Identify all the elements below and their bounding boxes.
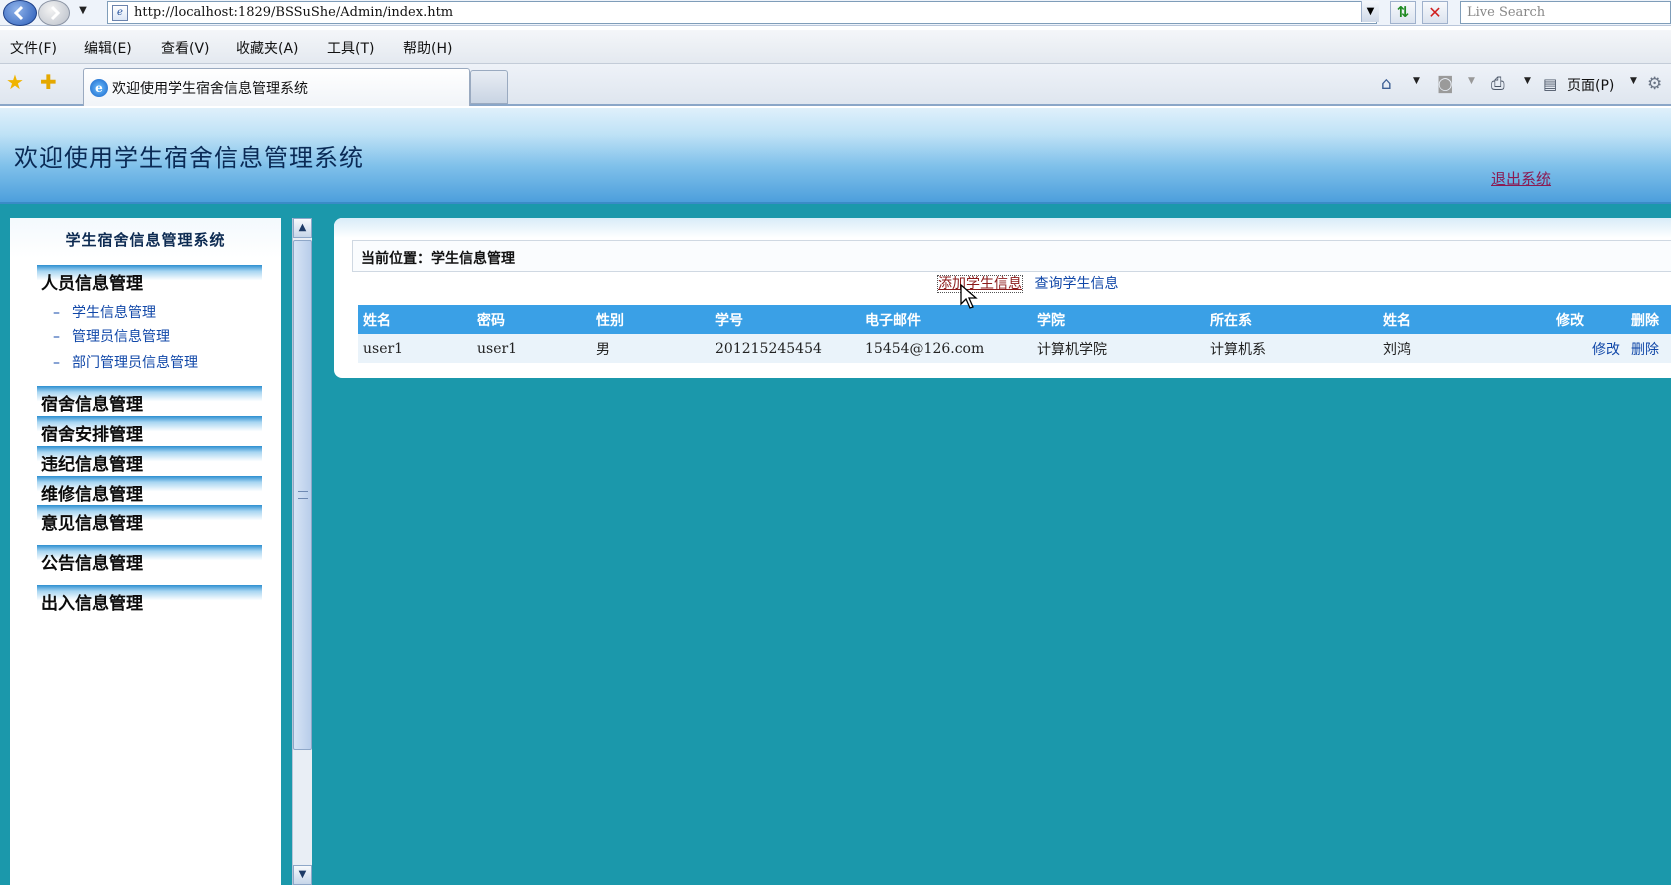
scroll-down-icon[interactable]: ▼ — [293, 865, 312, 885]
dash-marker: – — [53, 305, 60, 321]
feeds-icon[interactable]: ◙ — [1437, 74, 1454, 94]
column-header-name: 姓名 — [358, 305, 472, 334]
nav-discipline-info[interactable]: 违纪信息管理 — [37, 446, 262, 475]
add-favorite-icon[interactable]: ✚ — [40, 72, 57, 92]
scroll-grip-icon — [298, 491, 308, 499]
nav-feedback-info[interactable]: 意见信息管理 — [37, 505, 262, 534]
cell-real-name: 刘鸿 — [1378, 334, 1551, 363]
column-header-delete: 删除 — [1626, 305, 1671, 334]
scroll-up-icon[interactable]: ▲ — [293, 218, 312, 238]
print-dropdown-icon[interactable]: ▼ — [1524, 76, 1531, 86]
new-tab-button[interactable] — [470, 70, 508, 104]
menu-edit[interactable]: 编辑(E) — [84, 38, 132, 58]
live-search-input[interactable]: Live Search — [1460, 1, 1671, 24]
nav-student-info-label: 学生信息管理 — [72, 305, 156, 321]
menu-view[interactable]: 查看(V) — [161, 38, 210, 58]
browser-tab-bar: ★ ✚ e 欢迎使用学生宿舍信息管理系统 ⌂ ▼ ◙ ▼ ⎙ ▼ ▤ 页面(P)… — [0, 64, 1671, 106]
address-bar[interactable]: e http://localhost:1829/BSSuShe/Admin/in… — [107, 1, 1377, 24]
back-arrow-icon — [13, 5, 24, 21]
cell-student-id: 201215245454 — [710, 334, 860, 363]
favorites-star-icon[interactable]: ★ — [6, 72, 24, 92]
menu-tools[interactable]: 工具(T) — [327, 38, 374, 58]
nav-personnel-management[interactable]: 人员信息管理 — [37, 265, 262, 294]
nav-admin-info[interactable]: – 管理员信息管理 — [53, 326, 170, 346]
menu-favorites[interactable]: 收藏夹(A) — [236, 38, 299, 58]
column-header-student-id: 学号 — [710, 305, 860, 334]
nav-admin-info-label: 管理员信息管理 — [72, 329, 170, 345]
sidebar-title: 学生宿舍信息管理系统 — [65, 231, 226, 249]
breadcrumb: 当前位置：学生信息管理 — [352, 240, 1671, 272]
column-header-gender: 性别 — [591, 305, 710, 334]
nav-access-info[interactable]: 出入信息管理 — [37, 585, 262, 614]
active-tab[interactable]: e 欢迎使用学生宿舍信息管理系统 — [83, 68, 470, 106]
column-header-college: 学院 — [1032, 305, 1205, 334]
logout-link[interactable]: 退出系统 — [1491, 168, 1551, 189]
nav-dorm-arrangement[interactable]: 宿舍安排管理 — [37, 416, 262, 445]
cell-name: user1 — [358, 334, 472, 363]
site-header: 欢迎使用学生宿舍信息管理系统 退出系统 — [0, 108, 1671, 204]
column-header-email: 电子邮件 — [860, 305, 1032, 334]
dash-marker: – — [53, 329, 60, 345]
column-header-edit: 修改 — [1551, 305, 1626, 334]
breadcrumb-text: 当前位置：学生信息管理 — [361, 251, 515, 267]
cell-gender: 男 — [591, 334, 710, 363]
table-row: user1 user1 男 201215245454 15454@126.com… — [358, 334, 1671, 363]
column-header-department: 所在系 — [1205, 305, 1378, 334]
delete-link[interactable]: 删除 — [1626, 334, 1671, 363]
main-panel: 当前位置：学生信息管理 添加学生信息 查询学生信息 姓名 密码 性别 学号 电子… — [334, 218, 1671, 378]
nav-notice-info[interactable]: 公告信息管理 — [37, 545, 262, 574]
edit-link[interactable]: 修改 — [1551, 334, 1626, 363]
cell-department: 计算机系 — [1205, 334, 1378, 363]
menu-help[interactable]: 帮助(H) — [403, 38, 452, 58]
nav-dept-admin-info[interactable]: – 部门管理员信息管理 — [53, 352, 198, 372]
page-menu-dropdown-icon[interactable]: ▼ — [1630, 76, 1637, 86]
sidebar: 学生宿舍信息管理系统 人员信息管理 – 学生信息管理 – 管理员信息管理 – 部门管理… — [10, 218, 281, 885]
nav-dorm-info[interactable]: 宿舍信息管理 — [37, 386, 262, 415]
ie-icon: e — [90, 78, 108, 97]
column-header-real-name: 姓名 — [1378, 305, 1551, 334]
scroll-thumb[interactable] — [293, 240, 312, 750]
home-icon[interactable]: ⌂ — [1381, 74, 1392, 94]
page-icon: e — [112, 4, 128, 21]
stop-button[interactable]: ✕ — [1422, 1, 1448, 24]
column-header-password: 密码 — [472, 305, 591, 334]
sidebar-header: 学生宿舍信息管理系统 — [10, 218, 281, 258]
panel-top-shade — [334, 218, 1671, 238]
sidebar-scrollbar[interactable]: ▲ ▼ — [292, 218, 312, 885]
dash-marker: – — [53, 355, 60, 371]
page-menu-icon[interactable]: ▤ — [1543, 74, 1557, 94]
address-text: http://localhost:1829/BSSuShe/Admin/inde… — [134, 5, 454, 20]
browser-menu-bar: 文件(F) 编辑(E) 查看(V) 收藏夹(A) 工具(T) 帮助(H) — [0, 30, 1671, 64]
add-student-link[interactable]: 添加学生信息 — [937, 275, 1023, 293]
address-dropdown-icon[interactable]: ▼ — [1361, 1, 1379, 22]
menu-file[interactable]: 文件(F) — [10, 38, 57, 58]
back-button[interactable] — [3, 0, 37, 26]
site-title: 欢迎使用学生宿舍信息管理系统 — [14, 144, 364, 172]
browser-address-row: ▼ e http://localhost:1829/BSSuShe/Admin/… — [0, 0, 1671, 26]
print-icon[interactable]: ⎙ — [1491, 74, 1505, 94]
refresh-button[interactable]: ⇅ — [1390, 1, 1416, 24]
forward-button[interactable] — [38, 0, 70, 26]
nav-student-info[interactable]: – 学生信息管理 — [53, 302, 156, 322]
tab-title: 欢迎使用学生宿舍信息管理系统 — [112, 80, 308, 97]
table-header-row: 姓名 密码 性别 学号 电子邮件 学院 所在系 姓名 修改 删除 — [358, 305, 1671, 334]
history-dropdown-icon[interactable]: ▼ — [76, 5, 90, 21]
cell-college: 计算机学院 — [1032, 334, 1205, 363]
forward-arrow-icon — [50, 5, 61, 21]
cell-email: 15454@126.com — [860, 334, 1032, 363]
student-table: 姓名 密码 性别 学号 电子邮件 学院 所在系 姓名 修改 删除 user1 u… — [358, 305, 1671, 363]
tools-gear-icon[interactable]: ⚙ — [1647, 74, 1662, 94]
mouse-cursor-icon — [960, 284, 978, 309]
query-student-link[interactable]: 查询学生信息 — [1034, 276, 1118, 292]
page-menu[interactable]: 页面(P) — [1567, 75, 1614, 95]
nav-dept-admin-info-label: 部门管理员信息管理 — [72, 355, 198, 371]
nav-repair-info[interactable]: 维修信息管理 — [37, 476, 262, 505]
feeds-dropdown-icon[interactable]: ▼ — [1468, 76, 1475, 86]
home-dropdown-icon[interactable]: ▼ — [1413, 76, 1420, 86]
cell-password: user1 — [472, 334, 591, 363]
page-viewport: 欢迎使用学生宿舍信息管理系统 退出系统 学生宿舍信息管理系统 人员信息管理 – 学… — [0, 108, 1671, 885]
